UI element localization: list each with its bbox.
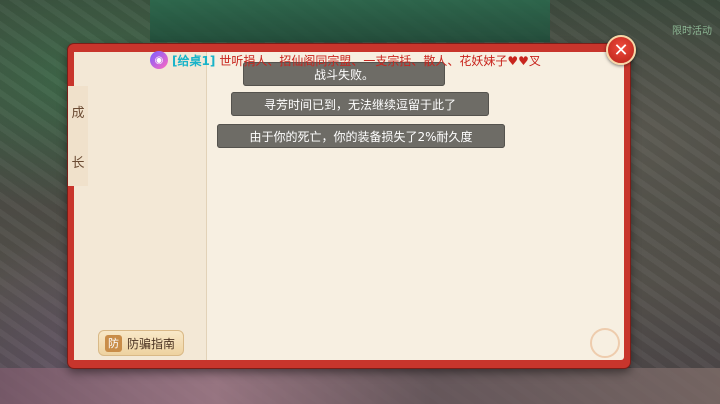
message-text: 由于你的死亡，你的装备损失了2%耐久度 [249, 129, 473, 144]
message-text: 寻芳时间已到，无法继续逗留于此了 [263, 97, 456, 112]
tab-growth-char-1: 成 [71, 105, 85, 121]
scene-event-label: 限时活动 [672, 26, 712, 37]
world-broadcast-bar: ◉ [给桌1] 世听捐人、招仙阁同宗盟、一支宗括、散人、花妖妹子♥♥叉 [150, 50, 560, 70]
antifraud-guide-button[interactable]: 防 防骗指南 [98, 330, 184, 356]
growth-panel-window: 成 长 防 防骗指南 战斗失败。 寻芳时间已到，无法继续逗留于此了 由于你的死亡… [68, 44, 630, 368]
speaker-icon: ◉ [150, 51, 168, 69]
close-icon: ✕ [613, 39, 629, 61]
broadcast-channel-tag: [给桌1] [172, 53, 216, 68]
message-time-up: 寻芳时间已到，无法继续逗留于此了 [231, 92, 489, 116]
broadcast-text: 世听捐人、招仙阁同宗盟、一支宗括、散人、花妖妹子♥♥叉 [219, 53, 541, 68]
scene-bottom-blossoms [0, 368, 720, 404]
tab-growth[interactable]: 成 长 [68, 86, 88, 186]
message-log: 战斗失败。 寻芳时间已到，无法继续逗留于此了 由于你的死亡，你的装备损失了2%耐… [207, 52, 624, 360]
shield-icon: 防 [105, 334, 122, 352]
panel-body: 成 长 防 防骗指南 战斗失败。 寻芳时间已到，无法继续逗留于此了 由于你的死亡… [68, 52, 624, 360]
panel-sidebar: 成 长 防 防骗指南 [68, 52, 207, 360]
tab-growth-char-2: 长 [71, 155, 85, 171]
decorative-corner [590, 328, 620, 358]
scene-roof [150, 0, 550, 42]
antifraud-guide-label: 防骗指南 [127, 336, 176, 351]
close-button[interactable]: ✕ [606, 35, 636, 65]
message-durability-loss: 由于你的死亡，你的装备损失了2%耐久度 [217, 124, 505, 148]
